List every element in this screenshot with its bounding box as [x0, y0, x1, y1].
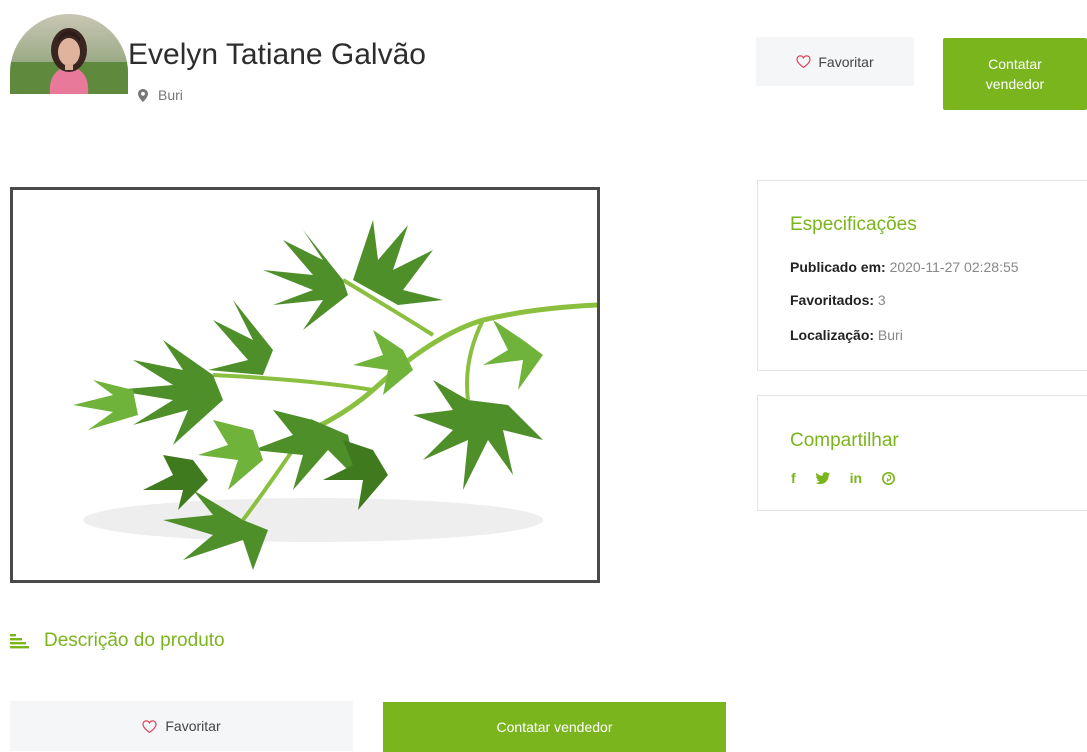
favorite-button-bottom[interactable]: Favoritar [10, 701, 353, 751]
spec-published-value: 2020-11-27 02:28:55 [889, 259, 1019, 275]
pinterest-icon[interactable] [882, 471, 896, 485]
specifications-title: Especificações [790, 214, 917, 235]
favorite-button-top[interactable]: Favoritar [756, 37, 914, 86]
product-description-title: Descrição do produto [44, 630, 225, 651]
contact-seller-button-top-label: Contatar vendedor [985, 56, 1045, 92]
parsley-image [73, 220, 597, 570]
spec-location-label: Localização: [790, 327, 875, 343]
linkedin-icon[interactable]: in [850, 470, 862, 486]
seller-name: Evelyn Tatiane Galvão [128, 38, 426, 71]
spec-published: Publicado em: 2020-11-27 02:28:55 [790, 259, 1019, 275]
twitter-icon[interactable] [815, 472, 830, 484]
specifications-card: Especificações Publicado em: 2020-11-27 … [757, 180, 1087, 371]
spec-favorites: Favoritados: 3 [790, 292, 886, 308]
spec-favorites-value: 3 [877, 292, 886, 308]
spec-favorites-label: Favoritados: [790, 292, 875, 308]
contact-seller-button-bottom[interactable]: Contatar vendedor [383, 702, 726, 752]
favorite-button-top-label: Favoritar [818, 53, 874, 70]
share-title: Compartilhar [790, 430, 899, 451]
map-pin-icon [138, 88, 148, 102]
product-image[interactable] [10, 187, 600, 583]
facebook-icon[interactable]: f [791, 470, 796, 486]
share-card: Compartilhar f in [757, 395, 1087, 511]
heart-icon [142, 719, 157, 733]
spec-location-value: Buri [877, 327, 903, 343]
product-description-heading[interactable]: Descrição do produto [10, 630, 225, 652]
heart-icon [796, 55, 811, 68]
contact-seller-button-bottom-label: Contatar vendedor [496, 719, 613, 735]
seller-avatar [10, 14, 128, 94]
align-left-icon [10, 633, 29, 648]
seller-location: Buri [138, 87, 183, 103]
seller-location-text: Buri [158, 87, 183, 103]
contact-seller-button-top[interactable]: Contatar vendedor [943, 38, 1087, 110]
favorite-button-bottom-label: Favoritar [165, 718, 221, 734]
spec-location: Localização: Buri [790, 327, 903, 343]
social-links: f in [791, 470, 896, 486]
spec-published-label: Publicado em: [790, 259, 886, 275]
